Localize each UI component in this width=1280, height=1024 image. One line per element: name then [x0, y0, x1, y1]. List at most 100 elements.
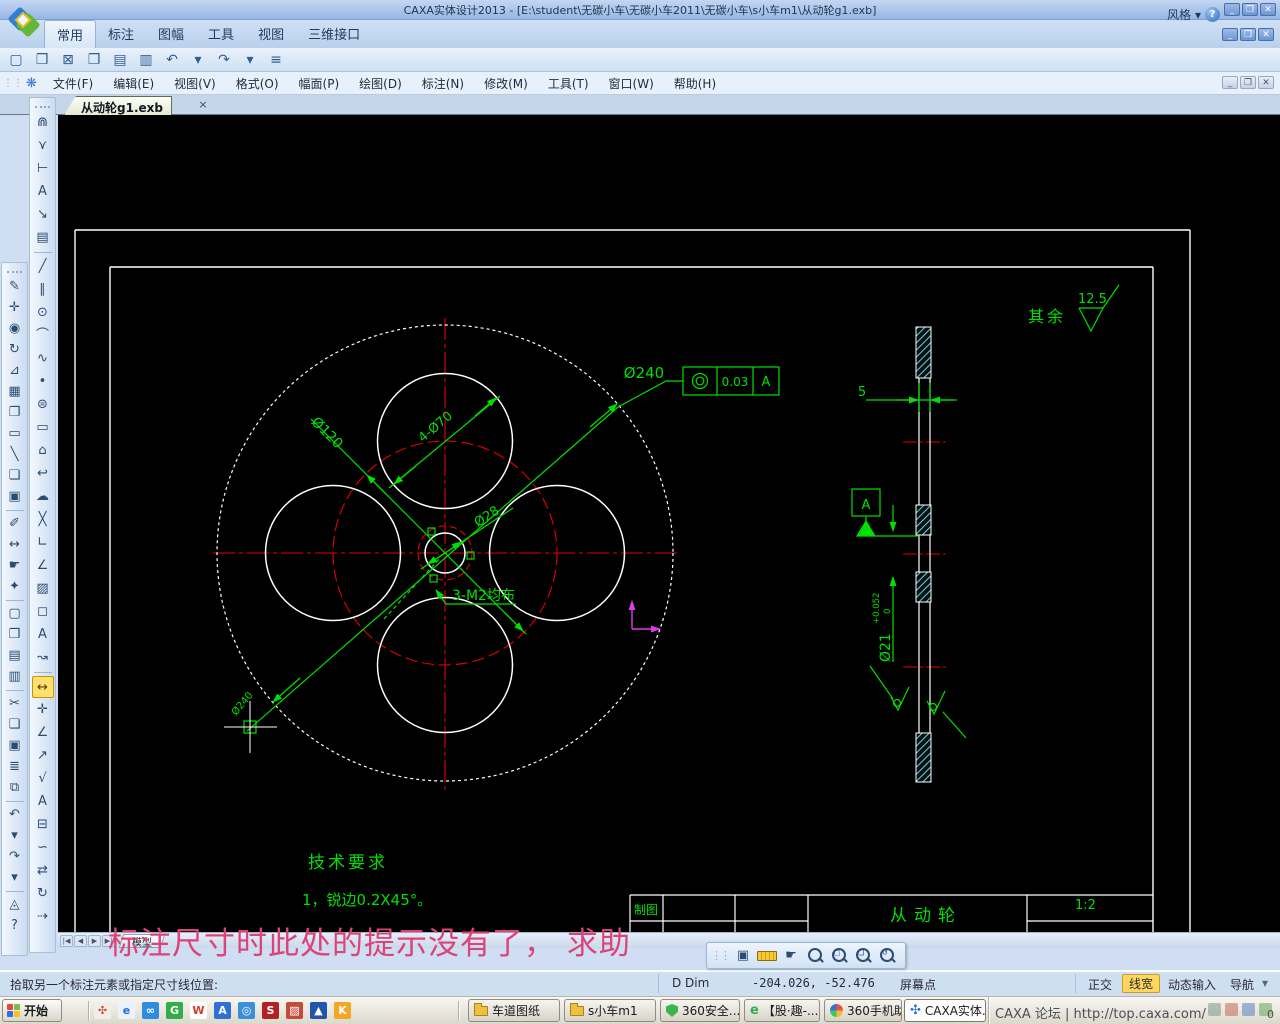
doc-alert-icon[interactable]: ◬ — [4, 895, 26, 915]
ribbon-tab-1[interactable]: 常用 — [44, 20, 97, 48]
stamp-tool-icon[interactable]: ✦ — [4, 577, 26, 597]
doc-minimize-button[interactable]: _ — [1222, 76, 1238, 89]
sheet-note-icon[interactable]: ▤ — [32, 227, 54, 249]
open-icon[interactable]: ❒ — [84, 52, 104, 68]
green-g-icon[interactable]: G — [166, 1002, 183, 1019]
ribbon-tab-5[interactable]: 视图 — [246, 20, 296, 48]
point-icon[interactable]: • — [32, 371, 54, 393]
blue-app-icon[interactable]: ▲ — [310, 1002, 327, 1019]
sheet-flip-icon[interactable]: ❏ — [4, 466, 26, 486]
construction-line-icon[interactable]: ╳ — [32, 509, 54, 531]
style-dropdown[interactable]: 风格 ▾ ? — [1167, 6, 1220, 23]
split-curve-icon[interactable]: ⋎ — [32, 135, 54, 157]
layers-icon[interactable]: ≣ — [4, 757, 26, 777]
polygon-icon[interactable]: ⌂ — [32, 440, 54, 462]
solidworks-icon[interactable]: S — [262, 1002, 279, 1019]
customize-icon[interactable]: ≡ — [266, 52, 286, 68]
start-button[interactable]: 开始 — [2, 999, 62, 1022]
axis-icon[interactable]: ∠ — [32, 555, 54, 577]
menu-item-3[interactable]: 视图(V) — [164, 72, 226, 95]
command-prompt[interactable]: 拾取另一个标注元素或指定尺寸线位置: — [10, 976, 218, 993]
array-icon[interactable]: ▦ — [4, 382, 26, 402]
ellipse-icon[interactable]: ⊜ — [32, 394, 54, 416]
dim-edit-icon[interactable]: ✐ — [4, 514, 26, 534]
menu-item-5[interactable]: 幅面(P) — [289, 72, 350, 95]
taskbar-button-app-360-phone[interactable]: 360手机助手 — [824, 999, 902, 1022]
check-dim-icon[interactable]: √ — [32, 768, 54, 790]
datum-icon[interactable]: A — [32, 791, 54, 813]
sheets-icon[interactable]: ⧉ — [4, 778, 26, 798]
redo-icon[interactable]: ↷ — [4, 847, 26, 867]
save-icon[interactable]: ▤ — [110, 52, 130, 68]
taskbar-button-folder-s-car-m1[interactable]: s小车m1 — [564, 999, 656, 1022]
coord-dim-icon[interactable]: ✛ — [32, 699, 54, 721]
document-close-icon[interactable]: × — [196, 98, 210, 112]
cloud-icon[interactable]: ☁ — [32, 486, 54, 508]
spline-icon[interactable]: ∿ — [32, 348, 54, 370]
menu-grip[interactable]: ⋮⋮ — [3, 78, 23, 89]
edit-arrow-icon[interactable]: ↘ — [32, 204, 54, 226]
arrow-text-icon[interactable]: ⇢ — [32, 906, 54, 928]
redo-more-icon[interactable]: ▾ — [4, 868, 26, 888]
taskbar-button-app-stock-fun[interactable]: e 【股·趣-... — [744, 999, 820, 1022]
k-app-icon[interactable]: K — [334, 1002, 351, 1019]
chamfer-dim-icon[interactable]: ∠ — [32, 722, 54, 744]
taskbar-button-folder-lane-drawings[interactable]: 车道图纸 — [468, 999, 560, 1022]
quick-dim-icon[interactable]: ⊢ — [32, 158, 54, 180]
label-tag-icon[interactable]: ◻ — [32, 601, 54, 623]
parallel-line-icon[interactable]: ∥ — [32, 279, 54, 301]
profile-icon[interactable]: ∟ — [32, 532, 54, 554]
redo-icon[interactable]: ↷ — [214, 52, 234, 68]
nav-toggle[interactable]: 导航 — [1230, 976, 1254, 993]
antivirus-pinwheel-icon[interactable]: ✣ — [94, 1002, 111, 1019]
sheet-nav-3[interactable]: ▶ — [88, 934, 101, 947]
arc-icon[interactable]: ⌒ — [32, 325, 54, 347]
swirl-app-icon[interactable]: ◎ — [238, 1002, 255, 1019]
ortho-toggle[interactable]: 正交 — [1088, 976, 1112, 993]
menu-item-9[interactable]: 工具(T) — [538, 72, 599, 95]
dynamic-input-toggle[interactable]: 动态输入 — [1168, 976, 1216, 993]
new-file-icon[interactable]: ▢ — [4, 604, 26, 624]
ribbon-tab-3[interactable]: 图幅 — [146, 20, 196, 48]
doc-close-button[interactable]: ✕ — [1258, 76, 1274, 89]
stretch-icon[interactable]: ▭ — [4, 424, 26, 444]
browser-360-icon[interactable]: ∞ — [142, 1002, 159, 1019]
drawing-canvas[interactable]: Ø240 0.03 A Ø120 4-Ø70 Ø28 3-M2均布 Ø240 5… — [58, 115, 1280, 932]
print-icon[interactable]: ▥ — [136, 52, 156, 68]
menu-item-6[interactable]: 绘图(D) — [349, 72, 412, 95]
rotate-dim-icon[interactable]: ↻ — [32, 883, 54, 905]
text-block-icon[interactable]: A — [32, 624, 54, 646]
minimize-button[interactable]: _ — [1224, 3, 1240, 16]
leader-icon[interactable]: ↝ — [32, 647, 54, 669]
solid-view-icon[interactable]: ▣ — [4, 487, 26, 507]
undo-icon[interactable]: ↶ — [162, 52, 182, 68]
redo-dropdown-icon[interactable]: ▾ — [240, 52, 260, 68]
curve-smooth-icon[interactable]: ∽ — [32, 837, 54, 859]
ribbon-tab-4[interactable]: 工具 — [196, 20, 246, 48]
pick-hand-icon[interactable]: ☛ — [4, 556, 26, 576]
screen-point-toggle[interactable]: 屏幕点 — [900, 976, 936, 993]
doc-restore-button[interactable]: ❐ — [1240, 76, 1256, 89]
display-settings-icon[interactable]: ▣ — [733, 946, 753, 966]
nav-dropdown-icon[interactable]: ▾ — [1262, 976, 1268, 990]
ribbon-close-button[interactable]: ✕ — [1258, 28, 1274, 41]
block-icon[interactable]: ❐ — [4, 403, 26, 423]
copy-circle-icon[interactable]: ◉ — [4, 319, 26, 339]
cut-icon[interactable]: ✂ — [4, 694, 26, 714]
tray-icon[interactable] — [1242, 1003, 1255, 1016]
menu-item-4[interactable]: 格式(O) — [226, 72, 289, 95]
compass-a-icon[interactable]: A — [214, 1002, 231, 1019]
move-icon[interactable]: ✛ — [4, 298, 26, 318]
smart-dim-icon[interactable]: ↔ — [31, 676, 54, 698]
ie-browser-icon[interactable]: e — [118, 1002, 135, 1019]
help-icon[interactable]: ? — [1205, 7, 1220, 22]
balloon-icon[interactable]: ⊟ — [32, 814, 54, 836]
copy-icon[interactable]: ❏ — [4, 715, 26, 735]
ribbon-restore-button[interactable]: ❐ — [1240, 28, 1256, 41]
zoom-back-icon[interactable]: ↺ — [877, 946, 897, 966]
restore-button[interactable]: ❐ — [1242, 3, 1258, 16]
snap-magnet-icon[interactable]: ⋒ — [32, 112, 54, 134]
help-icon[interactable]: ? — [4, 916, 26, 936]
solidworks-docs-icon[interactable]: ▨ — [286, 1002, 303, 1019]
line-icon[interactable]: ╱ — [32, 256, 54, 278]
